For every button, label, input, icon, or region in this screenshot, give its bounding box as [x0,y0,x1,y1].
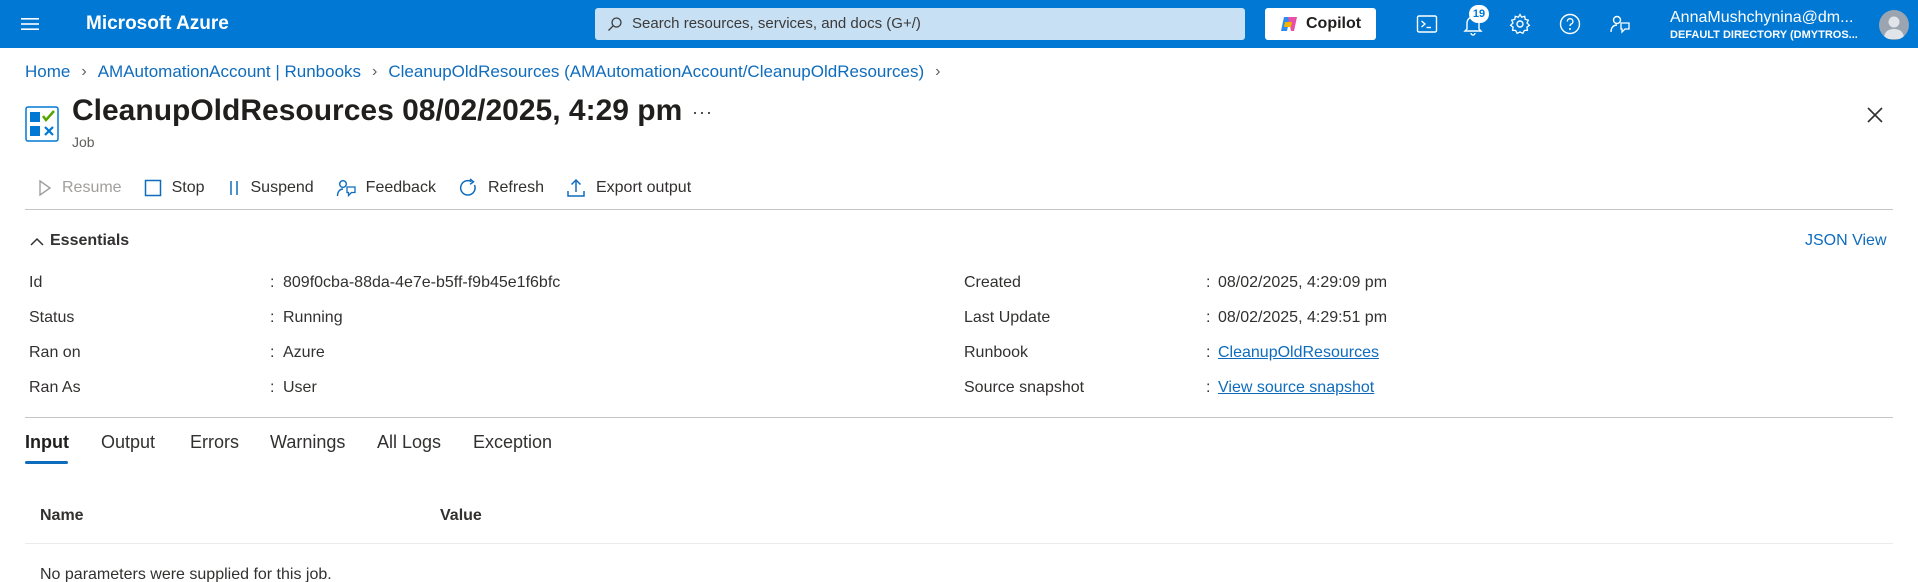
suspend-button[interactable]: Suspend [227,179,314,197]
active-tab-indicator [25,461,68,464]
close-icon[interactable] [1864,104,1886,126]
prop-value-created: 08/02/2025, 4:29:09 pm [1218,274,1388,291]
notification-badge: 19 [1469,5,1489,23]
stop-icon [144,179,161,197]
prop-colon: : [1206,379,1211,396]
prop-value-status: Running [283,309,343,326]
tab-exception[interactable]: Exception [473,432,552,453]
json-view-link[interactable]: JSON View [1805,232,1887,250]
upload-icon [567,178,585,197]
column-header-value[interactable]: Value [440,507,482,525]
chevron-up-icon[interactable] [30,236,44,248]
empty-table-message: No parameters were supplied for this job… [40,566,332,582]
prop-colon: : [270,274,275,291]
runbook-link[interactable]: CleanupOldResources [1218,344,1379,362]
stop-button[interactable]: Stop [144,179,205,197]
refresh-icon [459,178,476,196]
breadcrumb-runbooks[interactable]: AMAutomationAccount | Runbooks [98,62,361,82]
user-name[interactable]: AnnaMushchynina@dm... [1670,9,1870,27]
breadcrumb-runbook[interactable]: CleanupOldResources (AMAutomationAccount… [388,62,924,82]
refresh-label: Refresh [487,179,544,196]
avatar[interactable] [1879,10,1909,40]
prop-colon: : [1206,274,1211,291]
search-placeholder: Search resources, services, and docs (G+… [632,15,921,32]
prop-value-id: 809f0cba-88da-4e7e-b5ff-f9b45e1f6bfc [283,274,561,291]
stop-label: Stop [171,179,205,196]
tab-input[interactable]: Input [25,432,69,453]
tab-all-logs[interactable]: All Logs [377,432,441,453]
essentials-toggle[interactable]: Essentials [50,232,129,250]
prop-label-runbook: Runbook [964,344,1029,361]
prop-label-id: Id [29,274,43,291]
column-header-name[interactable]: Name [40,507,84,525]
resume-button[interactable]: Resume [38,179,122,197]
prop-value-last-update: 08/02/2025, 4:29:51 pm [1218,309,1388,326]
search-input[interactable]: Search resources, services, and docs (G+… [595,8,1245,40]
resume-label: Resume [62,179,122,196]
user-directory[interactable]: DEFAULT DIRECTORY (DMYTROS... [1670,29,1870,41]
copilot-button[interactable]: Copilot [1265,8,1376,40]
tab-warnings[interactable]: Warnings [270,432,345,453]
export-output-label: Export output [595,179,692,196]
tab-errors[interactable]: Errors [190,432,239,453]
prop-label-created: Created [964,274,1021,291]
feedback-icon[interactable] [1608,12,1632,36]
suspend-label: Suspend [250,179,314,196]
prop-label-status: Status [29,309,75,326]
tab-output[interactable]: Output [101,432,155,453]
cloud-shell-icon[interactable] [1415,12,1439,36]
prop-label-ran-on: Ran on [29,344,81,361]
prop-colon: : [1206,344,1211,361]
help-icon[interactable] [1558,12,1582,36]
view-source-snapshot-link[interactable]: View source snapshot [1218,379,1374,397]
divider [25,543,1893,544]
copilot-label: Copilot [1306,15,1362,32]
divider [25,417,1893,418]
divider [25,209,1893,210]
prop-label-source-snapshot: Source snapshot [964,379,1085,396]
feedback-icon [336,180,356,198]
top-bar: Microsoft Azure Search resources, servic… [0,0,1918,48]
prop-label-last-update: Last Update [964,309,1051,326]
prop-colon: : [270,379,275,396]
more-options-button[interactable]: ··· [692,102,713,123]
prop-value-ran-on: Azure [283,344,325,361]
command-bar: Resume Stop Suspend Feedback Refresh Exp… [38,176,713,200]
page-subtitle: Job [72,134,95,150]
refresh-button[interactable]: Refresh [458,178,544,198]
brand-title[interactable]: Microsoft Azure [86,13,229,35]
job-icon [25,106,59,142]
prop-label-ran-as: Ran As [29,379,81,396]
breadcrumb: Home › AMAutomationAccount | Runbooks › … [25,62,951,82]
export-output-button[interactable]: Export output [566,178,691,198]
pause-icon [229,181,238,195]
gear-icon[interactable] [1508,12,1532,36]
user-avatar-icon [1884,16,1904,39]
feedback-label: Feedback [365,179,436,196]
feedback-button[interactable]: Feedback [336,178,436,198]
chevron-right-icon: › [935,63,941,80]
chevron-right-icon: › [372,63,378,80]
search-icon [608,17,622,31]
page-title: CleanupOldResources 08/02/2025, 4:29 pm [72,94,683,127]
breadcrumb-home[interactable]: Home [25,62,70,82]
prop-colon: : [270,344,275,361]
menu-icon[interactable] [20,14,40,34]
chevron-right-icon: › [81,63,87,80]
prop-value-ran-as: User [283,379,317,396]
prop-colon: : [270,309,275,326]
prop-colon: : [1206,309,1211,326]
play-icon [39,179,52,197]
copilot-icon [1281,17,1297,31]
